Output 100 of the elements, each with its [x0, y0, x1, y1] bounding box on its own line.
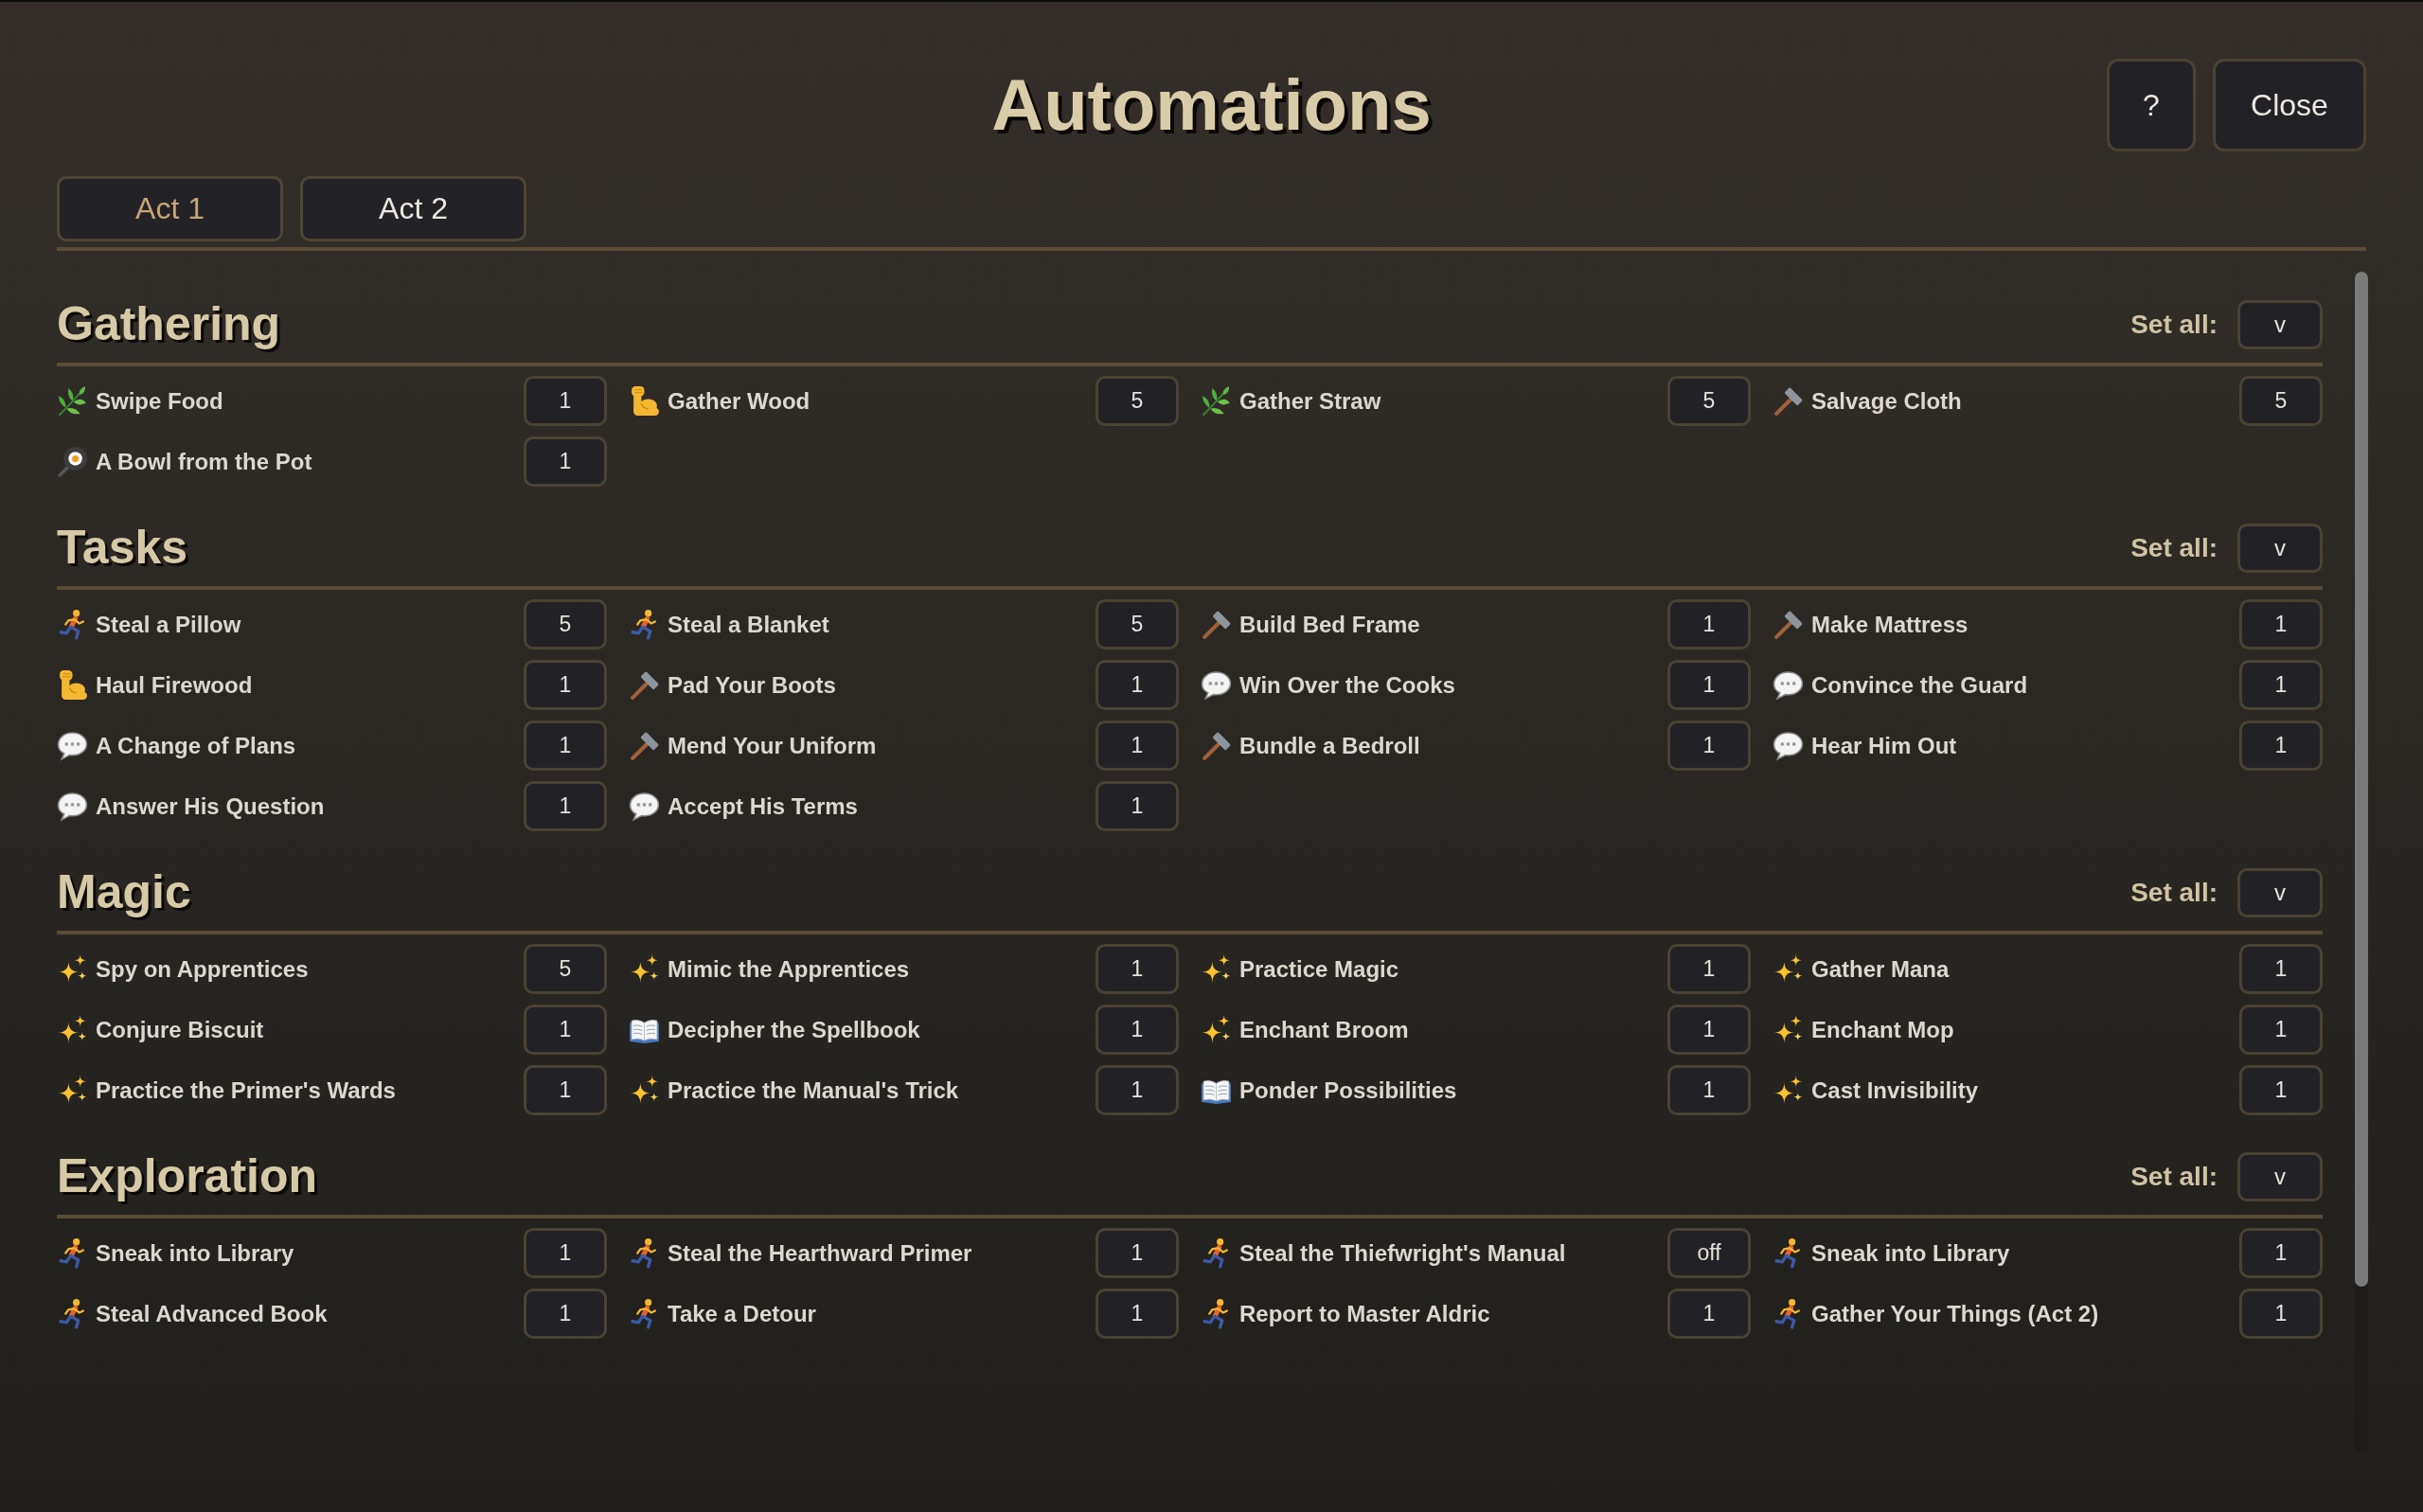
value-field[interactable]: 1 [1667, 1289, 1751, 1339]
automation-label: Steal a Blanket [668, 611, 829, 638]
value-field[interactable]: 1 [524, 660, 607, 710]
value-field[interactable]: 1 [1096, 1228, 1179, 1278]
value-field[interactable]: 1 [2239, 1005, 2323, 1055]
automation-label: Accept His Terms [668, 792, 858, 820]
section-heading: Tasks [57, 521, 188, 576]
value-field[interactable]: 1 [1096, 944, 1179, 994]
value-field[interactable]: 1 [1667, 1065, 1751, 1115]
value-field[interactable]: 1 [1667, 599, 1751, 649]
value-field[interactable]: 1 [2239, 944, 2323, 994]
automation-label: Gather Mana [1811, 955, 1950, 983]
herb-icon [57, 385, 88, 417]
value-field[interactable]: 1 [2239, 720, 2323, 771]
automation-label: Sneak into Library [96, 1239, 294, 1267]
value-field[interactable]: 5 [524, 599, 607, 649]
value-field[interactable]: 1 [524, 436, 607, 487]
automation-label: Ponder Possibilities [1239, 1076, 1457, 1104]
automation-label: Steal the Thiefwright's Manual [1239, 1239, 1566, 1267]
value-field[interactable]: 1 [2239, 599, 2323, 649]
frying-pan-icon [57, 446, 88, 477]
value-field[interactable]: 1 [1096, 1289, 1179, 1339]
set-all-dropdown[interactable]: v [2237, 300, 2323, 349]
value-field[interactable]: 5 [1096, 376, 1179, 426]
value-field[interactable]: off [1667, 1228, 1751, 1278]
section-heading: Exploration [57, 1149, 318, 1204]
value-field[interactable]: 1 [524, 1005, 607, 1055]
section-heading: Gathering [57, 297, 281, 352]
automation-label: Enchant Broom [1239, 1016, 1409, 1043]
automation-label: Answer His Question [96, 792, 325, 820]
value-field[interactable]: 1 [1096, 660, 1179, 710]
value-field[interactable]: 1 [1667, 660, 1751, 710]
value-field[interactable]: 5 [524, 944, 607, 994]
hammer-icon [629, 669, 660, 701]
speech-bubble-icon [1773, 669, 1804, 701]
help-button[interactable]: ? [2107, 59, 2196, 151]
hammer-icon [1201, 730, 1232, 761]
automation-label: Build Bed Frame [1239, 611, 1420, 638]
value-field[interactable]: 1 [2239, 1228, 2323, 1278]
value-field[interactable]: 1 [1667, 1005, 1751, 1055]
speech-bubble-icon [1201, 669, 1232, 701]
value-field[interactable]: 1 [2239, 1065, 2323, 1115]
automation-label: Practice Magic [1239, 955, 1399, 983]
automation-label: Salvage Cloth [1811, 387, 1962, 415]
value-field[interactable]: 1 [524, 376, 607, 426]
value-field[interactable]: 1 [524, 1065, 607, 1115]
set-all-dropdown[interactable]: v [2237, 524, 2323, 573]
flexed-arm-icon [57, 669, 88, 701]
set-all-label: Set all: [2130, 1162, 2218, 1192]
value-field[interactable]: 1 [1667, 944, 1751, 994]
value-field[interactable]: 5 [1096, 599, 1179, 649]
automation-label: Gather Straw [1239, 387, 1381, 415]
value-field[interactable]: 1 [1096, 720, 1179, 771]
automation-label: Mimic the Apprentices [668, 955, 910, 983]
automation-label: Steal the Hearthward Primer [668, 1239, 972, 1267]
act-tab[interactable]: Act 1 [57, 176, 283, 241]
automation-label: Gather Your Things (Act 2) [1811, 1300, 2099, 1327]
value-field[interactable]: 1 [524, 1228, 607, 1278]
speech-bubble-icon [57, 791, 88, 822]
automation-label: Spy on Apprentices [96, 955, 309, 983]
value-field[interactable]: 1 [2239, 1289, 2323, 1339]
act-tab[interactable]: Act 2 [300, 176, 526, 241]
set-all-dropdown[interactable]: v [2237, 1152, 2323, 1201]
automation-label: Decipher the Spellbook [668, 1016, 920, 1043]
set-all-label: Set all: [2130, 878, 2218, 908]
value-field[interactable]: 1 [1096, 1005, 1179, 1055]
automation-label: Steal a Pillow [96, 611, 241, 638]
value-field[interactable]: 5 [2239, 376, 2323, 426]
value-field[interactable]: 1 [1667, 720, 1751, 771]
automation-label: Make Mattress [1811, 611, 1969, 638]
value-field[interactable]: 1 [524, 720, 607, 771]
set-all-dropdown[interactable]: v [2237, 868, 2323, 917]
automation-label: A Change of Plans [96, 732, 296, 759]
automation-label: Steal Advanced Book [96, 1300, 328, 1327]
automation-label: Sneak into Library [1811, 1239, 2010, 1267]
hammer-icon [1201, 609, 1232, 640]
hammer-icon [1773, 385, 1804, 417]
automation-label: Conjure Biscuit [96, 1016, 264, 1043]
automation-label: Report to Master Aldric [1239, 1300, 1490, 1327]
value-field[interactable]: 1 [524, 781, 607, 831]
automation-label: Hear Him Out [1811, 732, 1957, 759]
automation-label: Swipe Food [96, 387, 223, 415]
automation-label: Haul Firewood [96, 671, 253, 699]
hammer-icon [1773, 609, 1804, 640]
automation-label: Practice the Primer's Wards [96, 1076, 396, 1104]
value-field[interactable]: 1 [1096, 1065, 1179, 1115]
value-field[interactable]: 1 [524, 1289, 607, 1339]
automation-label: Cast Invisibility [1811, 1076, 1979, 1104]
automation-label: Win Over the Cooks [1239, 671, 1455, 699]
value-field[interactable]: 1 [1096, 781, 1179, 831]
speech-bubble-icon [57, 730, 88, 761]
speech-bubble-icon [1773, 730, 1804, 761]
automation-label: Practice the Manual's Trick [668, 1076, 959, 1104]
value-field[interactable]: 5 [1667, 376, 1751, 426]
automation-label: Take a Detour [668, 1300, 816, 1327]
value-field[interactable]: 1 [2239, 660, 2323, 710]
hammer-icon [629, 730, 660, 761]
speech-bubble-icon [629, 791, 660, 822]
close-button[interactable]: Close [2213, 59, 2366, 151]
automation-label: Enchant Mop [1811, 1016, 1954, 1043]
